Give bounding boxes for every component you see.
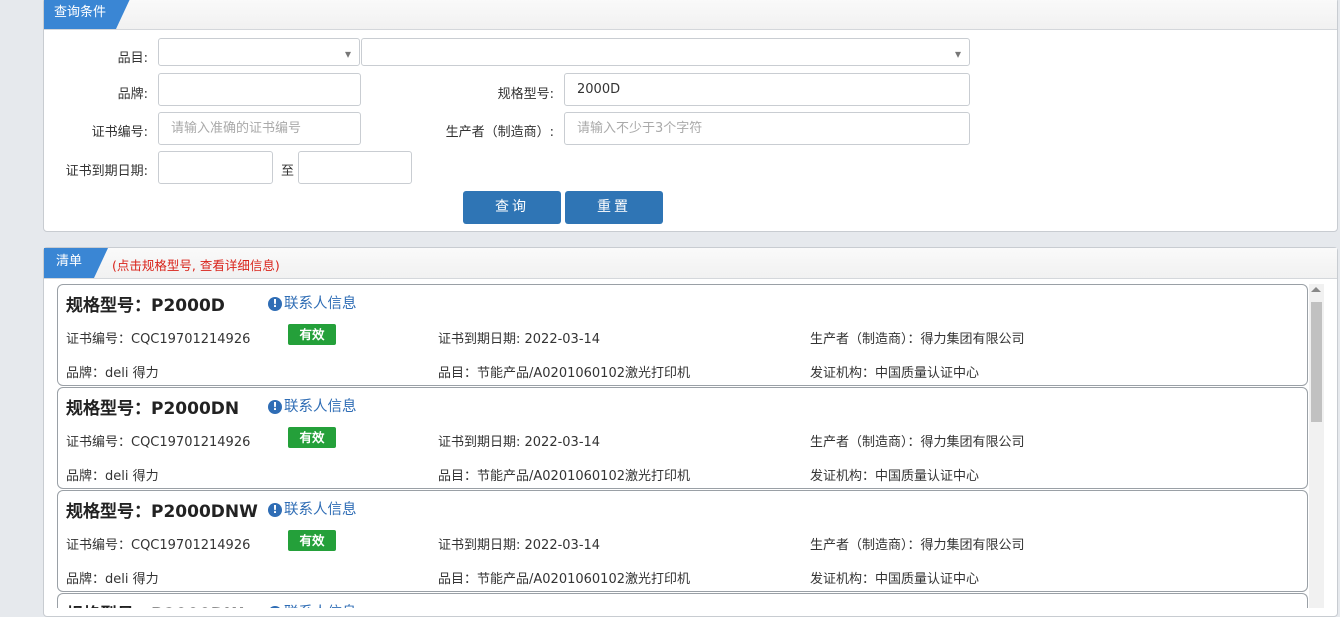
contact-info-link[interactable]: !联系人信息 xyxy=(268,395,357,416)
model-input[interactable] xyxy=(564,73,970,106)
category: 品目：节能产品/A0201060102激光打印机 xyxy=(438,572,690,587)
status-badge: 有效 xyxy=(288,530,336,551)
model-link[interactable]: 规格型号：P2000D xyxy=(66,291,225,316)
query-panel-header: 查询条件 xyxy=(44,0,1337,30)
cert-number: 证书编号：CQC19701214926 xyxy=(66,435,251,450)
issuer: 发证机构：中国质量认证中心 xyxy=(810,366,980,381)
maker: 生产者（制造商）：得力集团有限公司 xyxy=(810,435,1025,450)
brand: 品牌：deli 得力 xyxy=(66,572,159,587)
expiry-to-label: 至 xyxy=(280,164,294,179)
result-card: 规格型号：P2000D ! 联系人信息 证书编号：CQC19701214926 有… xyxy=(57,284,1308,386)
search-button[interactable]: 查询 xyxy=(463,191,561,224)
contact-label: 联系人信息 xyxy=(284,399,357,415)
cert-input[interactable] xyxy=(158,112,361,145)
cert-label: 证书编号: xyxy=(91,125,148,140)
maker: 生产者（制造商）：得力集团有限公司 xyxy=(810,332,1025,347)
info-icon: ! xyxy=(268,297,282,311)
category: 品目：节能产品/A0201060102激光打印机 xyxy=(438,366,690,381)
expiry-label: 证书到期日期: xyxy=(65,164,148,179)
brand-input[interactable] xyxy=(158,73,361,106)
brand: 品牌：deli 得力 xyxy=(66,469,159,484)
contact-info-link[interactable]: !联系人信息 xyxy=(268,601,357,608)
result-card: 规格型号：P2000DN ! 联系人信息 证书编号：CQC19701214926 … xyxy=(57,387,1308,489)
contact-label: 联系人信息 xyxy=(284,502,357,518)
list-tab: 清单 xyxy=(44,248,109,278)
model-link[interactable]: 规格型号：P2000DW xyxy=(66,600,244,608)
maker-label: 生产者（制造商）: xyxy=(445,125,554,140)
cert-number: 证书编号：CQC19701214926 xyxy=(66,538,251,553)
contact-info-link[interactable]: !联系人信息 xyxy=(268,498,357,519)
info-icon: ! xyxy=(268,503,282,517)
expiry-start-input[interactable] xyxy=(158,151,273,184)
result-card: 规格型号：P2000DW !联系人信息 xyxy=(57,593,1308,608)
reset-button[interactable]: 重置 xyxy=(565,191,663,224)
brand: 品牌：deli 得力 xyxy=(66,366,159,381)
issuer: 发证机构：中国质量认证中心 xyxy=(810,469,980,484)
expiry-date: 证书到期日期: 2022-03-14 xyxy=(438,435,601,450)
expiry-date: 证书到期日期: 2022-03-14 xyxy=(438,332,601,347)
model-label: 规格型号: xyxy=(497,87,554,102)
scrollbar-thumb[interactable] xyxy=(1311,302,1322,422)
category-sub-select[interactable] xyxy=(361,38,970,70)
expiry-date: 证书到期日期: 2022-03-14 xyxy=(438,538,601,553)
expiry-end-input[interactable] xyxy=(298,151,412,184)
brand-label: 品牌: xyxy=(117,87,148,102)
result-card: 规格型号：P2000DNW ! 联系人信息 证书编号：CQC19701214926… xyxy=(57,490,1308,592)
maker: 生产者（制造商）：得力集团有限公司 xyxy=(810,538,1025,553)
model-link[interactable]: 规格型号：P2000DNW xyxy=(66,497,258,522)
category-label: 品目: xyxy=(117,51,148,66)
cert-number: 证书编号：CQC19701214926 xyxy=(66,332,251,347)
query-tab: 查询条件 xyxy=(44,0,131,29)
list-panel-header: 清单 (点击规格型号, 查看详细信息) xyxy=(44,248,1337,279)
status-badge: 有效 xyxy=(288,427,336,448)
model-link[interactable]: 规格型号：P2000DN xyxy=(66,394,239,419)
issuer: 发证机构：中国质量认证中心 xyxy=(810,572,980,587)
contact-label: 联系人信息 xyxy=(284,296,357,312)
status-badge: 有效 xyxy=(288,324,336,345)
info-icon: ! xyxy=(268,400,282,414)
maker-input[interactable] xyxy=(564,112,970,145)
category-select[interactable] xyxy=(158,38,360,70)
list-hint: (点击规格型号, 查看详细信息) xyxy=(112,258,280,273)
contact-info-link[interactable]: !联系人信息 xyxy=(268,292,357,313)
category: 品目：节能产品/A0201060102激光打印机 xyxy=(438,469,690,484)
scroll-up-icon[interactable] xyxy=(1311,287,1321,292)
